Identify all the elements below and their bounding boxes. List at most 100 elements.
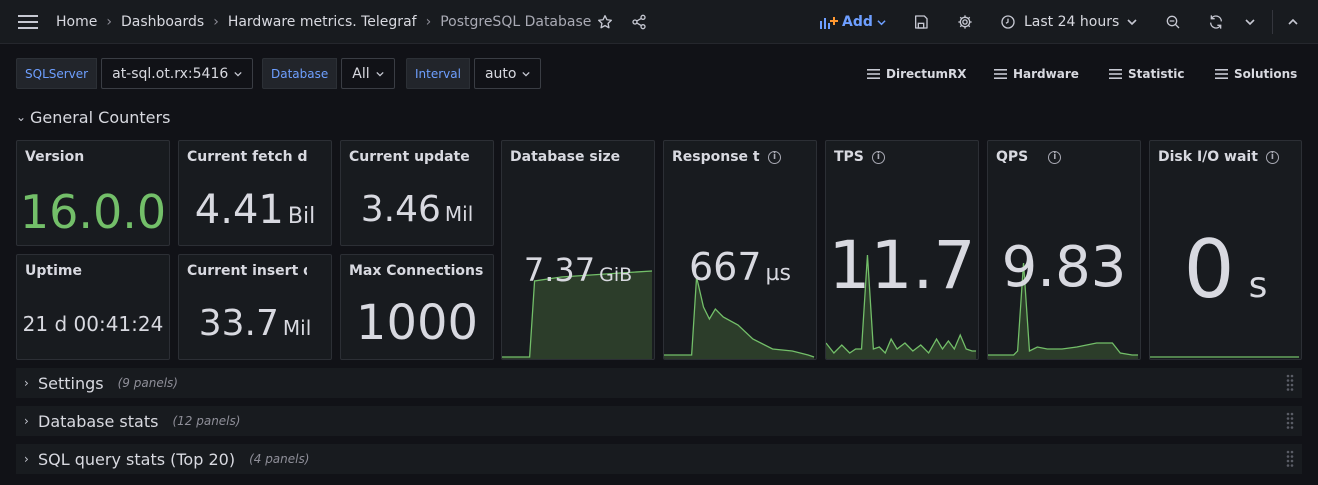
chevron-down-icon	[877, 19, 886, 25]
panel-value: 667 µs	[664, 245, 816, 289]
stat-number: 0	[1183, 223, 1235, 316]
add-button-label: Add	[842, 14, 873, 30]
dashboard-link-hardware[interactable]: Hardware	[994, 67, 1079, 81]
panel-disk-io-wait[interactable]: Disk I/O wait i 0s	[1149, 140, 1302, 360]
add-panel-icon	[820, 17, 838, 29]
drag-handle-icon[interactable]	[1286, 374, 1294, 392]
stat-unit: µs	[765, 261, 791, 286]
stat-unit: Bil	[287, 204, 316, 229]
panel-value: 1000	[355, 295, 479, 351]
panel-uptime[interactable]: Uptime 21 d 00:41:24	[16, 254, 170, 360]
panel-current-fetch-data[interactable]: Current fetch data 4.41Bil	[178, 140, 332, 246]
panel-title: Current update data	[349, 149, 469, 165]
menu-icon[interactable]	[18, 0, 38, 44]
time-range-picker[interactable]: Last 24 hours	[1000, 0, 1137, 44]
chevron-right-icon: ›	[24, 452, 29, 466]
panel-version[interactable]: Version 16.0.0	[16, 140, 170, 246]
info-icon[interactable]: i	[768, 150, 781, 164]
bars-icon	[1215, 68, 1228, 79]
info-icon[interactable]: i	[871, 150, 885, 164]
row-title: SQL query stats (Top 20)	[38, 449, 236, 469]
info-icon[interactable]: i	[1265, 150, 1279, 164]
row-general-counters[interactable]: ⌄ General Counters	[16, 102, 170, 132]
dashboard-link-label: Statistic	[1128, 66, 1185, 81]
panel-title-text: QPS	[996, 149, 1029, 165]
row-panel-count: (4 panels)	[249, 452, 310, 466]
chevron-down-icon: ⌄	[16, 110, 27, 124]
refresh-icon[interactable]	[1204, 0, 1228, 44]
panel-value: 7.37 GiB	[502, 251, 654, 289]
panel-value: 16.0.0	[19, 185, 167, 239]
share-icon[interactable]	[627, 0, 651, 44]
dashboard-links: DirectumRX Hardware Statistic Solutions	[0, 58, 1318, 89]
dashboard-link-label: Solutions	[1234, 66, 1298, 81]
panel-tps[interactable]: TPS i 11.7	[825, 140, 979, 360]
breadcrumb-home[interactable]: Home	[56, 14, 97, 30]
dashboard-link-label: DirectumRX	[886, 66, 967, 81]
row-title: General Counters	[30, 107, 171, 127]
time-range-label: Last 24 hours	[1024, 14, 1120, 30]
info-icon[interactable]: i	[1048, 150, 1062, 164]
panel-title-text: Response time	[672, 149, 760, 165]
gear-icon[interactable]	[953, 0, 977, 44]
refresh-interval-chevron-icon[interactable]	[1238, 0, 1262, 44]
chevron-up-icon[interactable]	[1281, 0, 1305, 44]
star-icon[interactable]	[593, 0, 617, 44]
stat-number: 667	[689, 245, 762, 289]
chevron-down-icon	[1127, 19, 1137, 26]
bars-icon	[867, 68, 880, 79]
add-button[interactable]: Add	[820, 0, 886, 44]
save-icon[interactable]	[909, 0, 933, 44]
panel-title: Response time i	[672, 149, 808, 165]
dashboard-link-directumrx[interactable]: DirectumRX	[867, 67, 967, 81]
row-panel-count: (9 panels)	[117, 376, 178, 390]
row-database-stats[interactable]: › Database stats (12 panels)	[16, 406, 1302, 436]
panel-qps[interactable]: QPS i 9.83	[987, 140, 1141, 360]
dashboard-link-statistic[interactable]: Statistic	[1109, 67, 1184, 81]
drag-handle-icon[interactable]	[1286, 412, 1294, 430]
panel-title: TPS i	[834, 149, 885, 165]
row-sql-query-stats[interactable]: › SQL query stats (Top 20) (4 panels)	[16, 444, 1302, 474]
panel-value: 0s	[1150, 223, 1301, 316]
panel-value: 9.83	[1001, 235, 1127, 300]
breadcrumb-separator: ›	[425, 14, 432, 30]
panel-max-connections[interactable]: Max Connections 1000	[340, 254, 494, 360]
breadcrumb-dashboards[interactable]: Dashboards	[121, 14, 204, 30]
bars-icon	[1109, 68, 1122, 79]
breadcrumb-current: PostgreSQL Database	[440, 14, 592, 30]
row-settings[interactable]: › Settings (9 panels)	[16, 368, 1302, 398]
chevron-right-icon: ›	[24, 376, 29, 390]
chevron-right-icon: ›	[24, 414, 29, 428]
breadcrumb-separator: ›	[106, 14, 112, 30]
dashboard-link-label: Hardware	[1013, 66, 1079, 81]
stat-unit: s	[1248, 265, 1268, 306]
drag-handle-icon[interactable]	[1286, 450, 1294, 468]
breadcrumb-separator: ›	[213, 14, 219, 30]
panel-value: 4.41 Bil	[179, 187, 331, 233]
panel-title: Max Connections	[349, 263, 484, 279]
stat-unit: GiB	[599, 264, 633, 286]
row-title: Settings	[38, 373, 104, 393]
panel-title-text: Disk I/O wait	[1158, 149, 1258, 165]
stat-unit: Mil	[282, 316, 312, 340]
panel-title: Version	[25, 149, 85, 165]
row-panel-count: (12 panels)	[172, 414, 241, 428]
panel-database-size[interactable]: Database size 7.37 GiB	[501, 140, 655, 360]
panel-response-time[interactable]: Response time i 667µs	[663, 140, 817, 360]
panel-title: Current fetch data	[187, 149, 307, 165]
stat-unit: Mil	[444, 202, 474, 226]
toolbar-divider	[1272, 10, 1273, 34]
panel-title: Disk I/O wait i	[1158, 149, 1279, 165]
panel-value: 21 d 00:41:24	[22, 312, 164, 336]
stat-number: 33.7	[198, 303, 279, 344]
stat-number: 3.46	[360, 189, 441, 230]
panel-current-update-data[interactable]: Current update data 3.46Mil	[340, 140, 494, 246]
clock-icon	[1001, 15, 1015, 29]
stat-number: 4.41	[194, 187, 284, 233]
breadcrumb-folder[interactable]: Hardware metrics. Telegraf	[228, 14, 417, 30]
stat-number: 7.37	[523, 251, 596, 289]
panel-title: QPS i	[996, 149, 1062, 165]
zoom-out-icon[interactable]	[1161, 0, 1185, 44]
dashboard-link-solutions[interactable]: Solutions	[1215, 67, 1297, 81]
panel-current-insert-data[interactable]: Current insert data 33.7Mil	[178, 254, 332, 360]
